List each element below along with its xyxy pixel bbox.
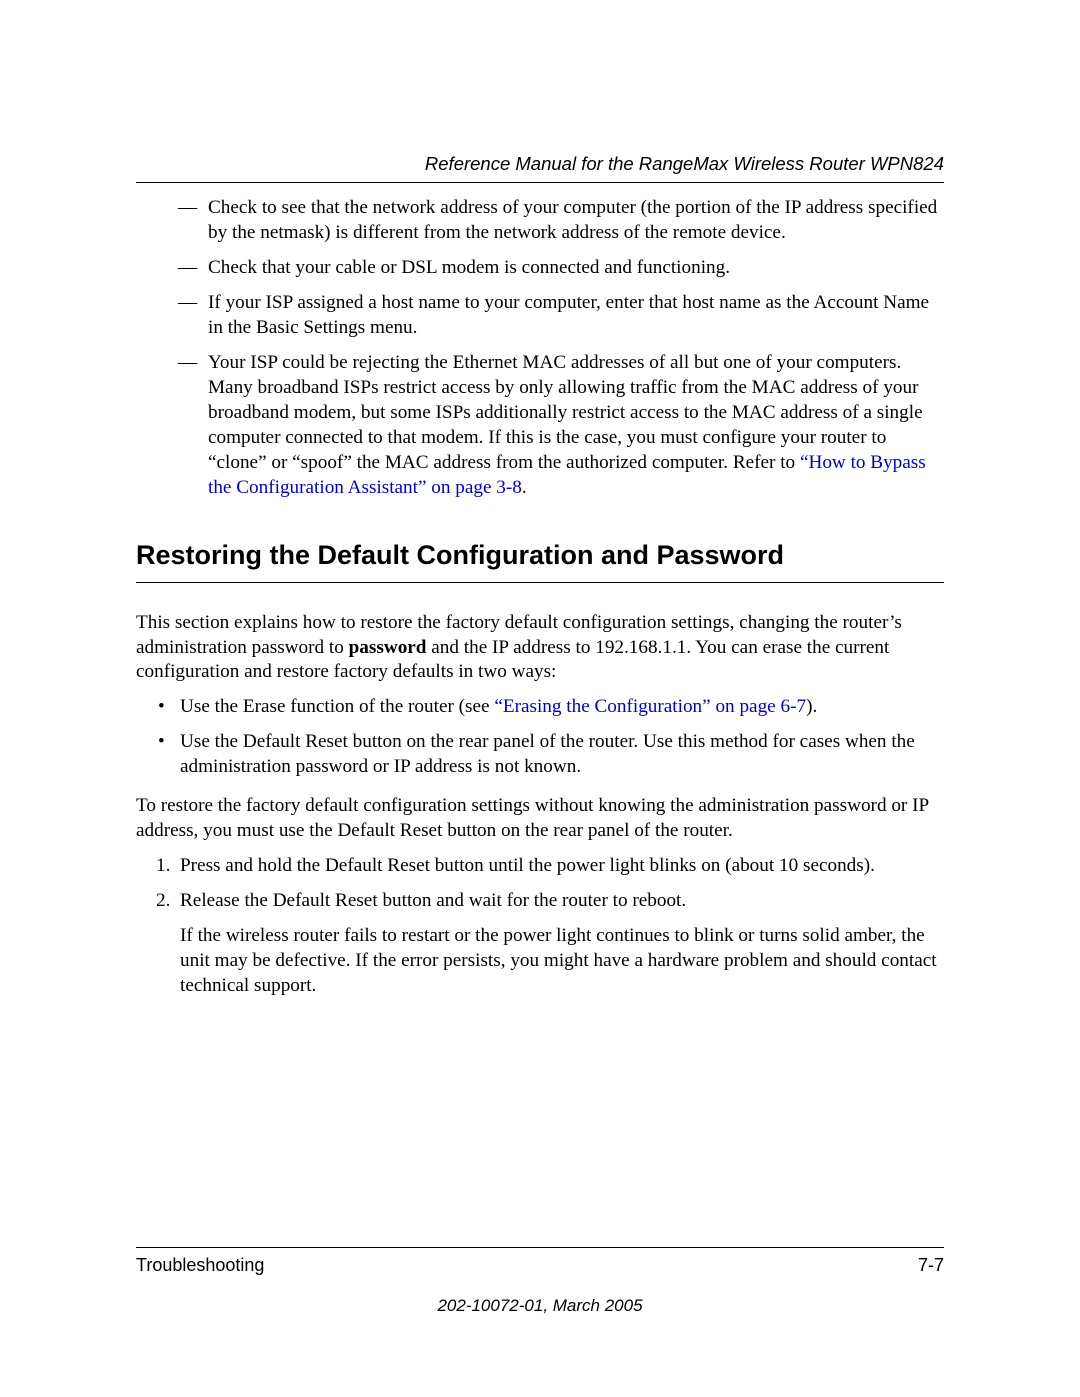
bullet1-pre: Use the Erase function of the router (se… — [180, 696, 494, 717]
footer-section: Troubleshooting — [136, 1254, 264, 1277]
restore-paragraph: To restore the factory default configura… — [136, 794, 944, 844]
dash-item: Your ISP could be rejecting the Ethernet… — [182, 351, 944, 501]
bullet-item: Use the Erase function of the router (se… — [158, 695, 944, 720]
dash-list: Check to see that the network address of… — [182, 196, 944, 500]
footer-page: 7-7 — [918, 1254, 944, 1277]
footer-line: Troubleshooting 7-7 — [136, 1254, 944, 1277]
footer-rule — [136, 1247, 944, 1248]
dash-item: Check that your cable or DSL modem is co… — [182, 256, 944, 281]
step-item: 1. Press and hold the Default Reset butt… — [158, 854, 944, 879]
heading-rule — [136, 582, 944, 583]
password-literal: password — [349, 637, 427, 658]
step-text: Press and hold the Default Reset button … — [180, 855, 875, 876]
dash-item: Check to see that the network address of… — [182, 196, 944, 246]
bullet-list: Use the Erase function of the router (se… — [158, 695, 944, 780]
running-header: Reference Manual for the RangeMax Wirele… — [136, 152, 944, 176]
step-continuation: If the wireless router fails to restart … — [180, 924, 944, 999]
intro-paragraph: This section explains how to restore the… — [136, 611, 944, 686]
bullet-item: Use the Default Reset button on the rear… — [158, 730, 944, 780]
bullet1-post: ). — [806, 696, 817, 717]
header-rule — [136, 182, 944, 183]
section-heading: Restoring the Default Configuration and … — [136, 538, 944, 573]
step-text: Release the Default Reset button and wai… — [180, 890, 686, 911]
step-number: 1. — [156, 854, 170, 879]
dash-item-suffix: . — [522, 477, 527, 498]
footer-docnum: 202-10072-01, March 2005 — [136, 1295, 944, 1317]
erase-config-link[interactable]: “Erasing the Configuration” on page 6-7 — [494, 696, 806, 717]
dash-item: If your ISP assigned a host name to your… — [182, 291, 944, 341]
step-number: 2. — [156, 889, 170, 914]
step-item: 2. Release the Default Reset button and … — [158, 889, 944, 999]
numbered-steps: 1. Press and hold the Default Reset butt… — [158, 854, 944, 999]
